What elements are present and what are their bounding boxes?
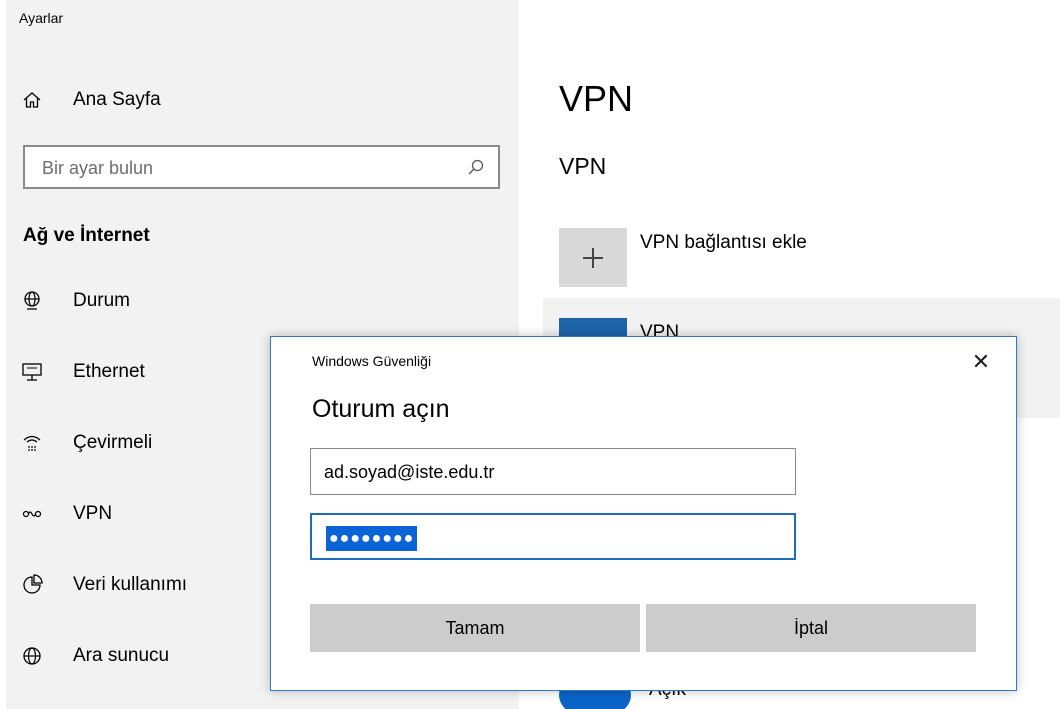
sidebar-item-durum[interactable]: Durum bbox=[6, 277, 519, 327]
section-title: VPN bbox=[559, 153, 607, 179]
add-vpn-label[interactable]: VPN bağlantısı ekle bbox=[640, 232, 807, 254]
dialog-caption: Windows Güvenliği bbox=[312, 353, 432, 369]
sidebar-item-home[interactable]: Ana Sayfa bbox=[6, 78, 519, 122]
password-field[interactable]: ●●●●●●●● bbox=[310, 513, 796, 560]
search-icon[interactable] bbox=[467, 158, 485, 176]
search-input[interactable]: Bir ayar bulun bbox=[23, 145, 500, 189]
username-field[interactable]: ad.soyad@iste.edu.tr bbox=[310, 448, 796, 495]
cancel-button[interactable]: İptal bbox=[646, 604, 976, 652]
ethernet-icon bbox=[22, 363, 42, 381]
app-title: Ayarlar bbox=[19, 10, 64, 26]
add-vpn-button[interactable] bbox=[559, 228, 627, 287]
sidebar-item-label: Veri kullanımı bbox=[73, 574, 188, 595]
dialog-heading: Oturum açın bbox=[312, 395, 450, 423]
plus-icon-vertical bbox=[592, 248, 594, 268]
password-value: ●●●●●●●● bbox=[326, 526, 418, 551]
sidebar-item-label: Ana Sayfa bbox=[73, 89, 161, 110]
globe-status-icon bbox=[24, 291, 40, 310]
proxy-globe-icon bbox=[23, 647, 41, 665]
sidebar-item-label: Ethernet bbox=[73, 361, 145, 382]
sidebar-item-label: VPN bbox=[73, 503, 113, 524]
sign-in-dialog: Windows Güvenliği ✕ Oturum açın ad.soyad… bbox=[270, 336, 1017, 691]
sidebar-item-label: Ara sunucu bbox=[73, 645, 170, 666]
page-title: VPN bbox=[559, 78, 634, 119]
home-icon bbox=[23, 92, 41, 108]
vpn-icon bbox=[22, 510, 42, 518]
data-usage-icon bbox=[23, 574, 43, 594]
username-value: ad.soyad@iste.edu.tr bbox=[324, 462, 495, 482]
close-icon[interactable]: ✕ bbox=[966, 347, 996, 377]
section-title: Ağ ve İnternet bbox=[23, 225, 150, 246]
ok-button[interactable]: Tamam bbox=[310, 604, 640, 652]
search-placeholder: Bir ayar bulun bbox=[42, 158, 154, 178]
dialup-icon bbox=[23, 435, 41, 451]
sidebar-item-label: Çevirmeli bbox=[73, 432, 153, 453]
sidebar-item-label: Durum bbox=[73, 290, 131, 311]
